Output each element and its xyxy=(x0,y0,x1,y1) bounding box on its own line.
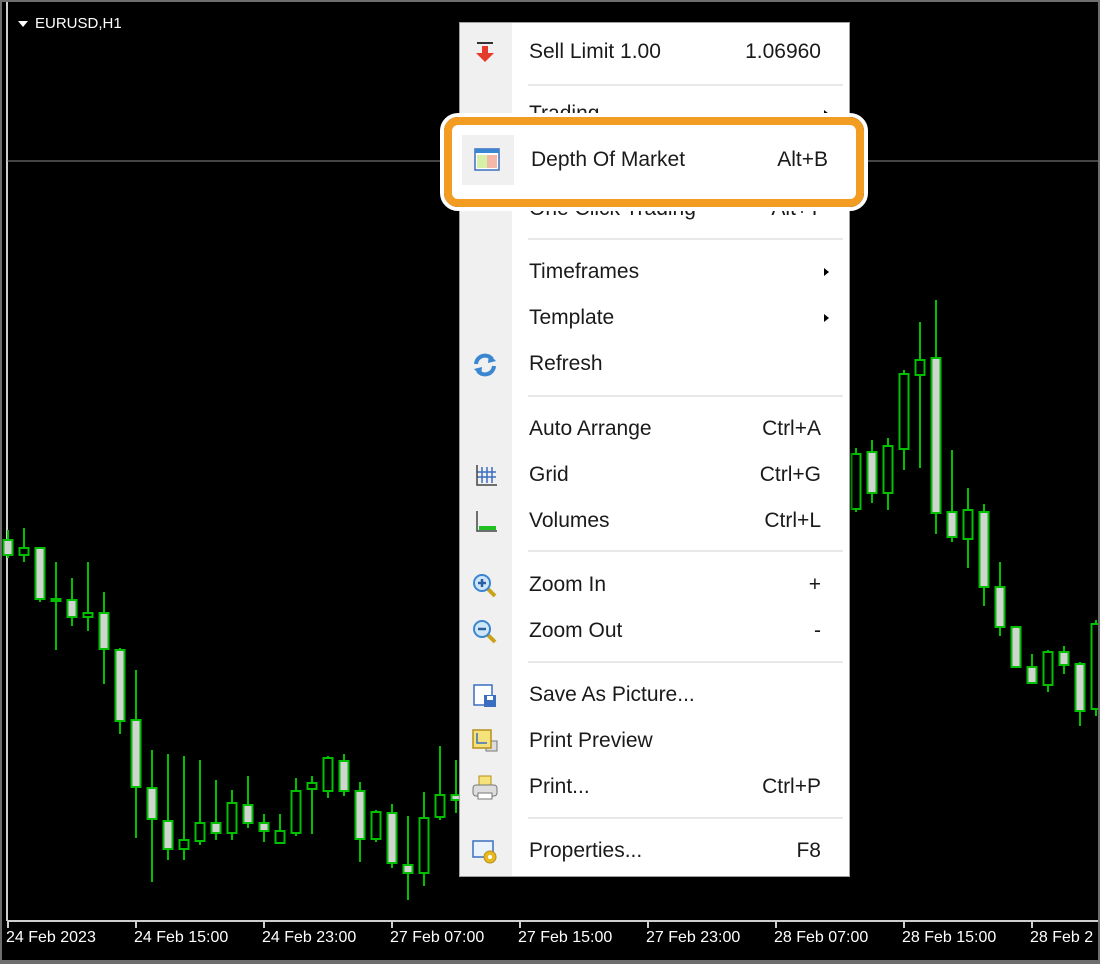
menu-shortcut: Ctrl+A xyxy=(762,417,821,440)
sell-limit-arrow-icon xyxy=(476,42,494,62)
menu-label: Save As Picture... xyxy=(529,683,695,706)
menu-item-timeframes[interactable]: Timeframes xyxy=(460,252,849,292)
menu-label: Zoom In xyxy=(529,573,607,596)
menu-item-template[interactable]: Template xyxy=(460,298,849,338)
menu-label: Timeframes xyxy=(529,260,640,283)
menu-shortcut: 1.06960 xyxy=(745,40,821,63)
menu-item-volumes[interactable]: Volumes Ctrl+L xyxy=(460,501,849,541)
menu-shortcut: + xyxy=(808,573,821,596)
menu-label: Sell Limit 1.00 xyxy=(529,40,661,63)
menu-item-save-as-picture[interactable]: Save As Picture... xyxy=(460,675,849,715)
submenu-arrow-icon xyxy=(824,314,829,322)
menu-label: Zoom Out xyxy=(529,619,623,642)
menu-shortcut: F8 xyxy=(796,839,821,862)
save-picture-icon xyxy=(473,684,496,707)
menu-item-zoom-in[interactable]: Zoom In + xyxy=(460,565,849,605)
menu-shortcut: Ctrl+P xyxy=(762,775,821,798)
menu-separator xyxy=(528,238,843,240)
menu-item-zoom-out[interactable]: Zoom Out - xyxy=(460,611,849,651)
highlight-callout: Depth Of Market Alt+B xyxy=(440,113,868,211)
zoom-out-icon xyxy=(473,620,497,644)
menu-shortcut: - xyxy=(814,619,821,642)
menu-separator xyxy=(528,817,843,819)
menu-item-print[interactable]: Print... Ctrl+P xyxy=(460,767,849,807)
menu-item-grid[interactable]: Grid Ctrl+G xyxy=(460,455,849,495)
menu-separator xyxy=(528,395,843,397)
printer-icon xyxy=(472,775,498,800)
menu-item-print-preview[interactable]: Print Preview xyxy=(460,721,849,761)
menu-label: Print... xyxy=(529,775,590,798)
grid-icon xyxy=(476,465,497,486)
menu-label: Properties... xyxy=(529,839,643,862)
menu-label: Refresh xyxy=(529,352,603,375)
menu-item-sell-limit[interactable]: Sell Limit 1.00 1.06960 xyxy=(460,32,849,72)
menu-label: Auto Arrange xyxy=(529,417,652,440)
menu-separator xyxy=(528,84,843,86)
menu-shortcut: Alt+B xyxy=(777,148,828,171)
menu-separator xyxy=(528,661,843,663)
refresh-icon xyxy=(474,353,496,377)
menu-label: Print Preview xyxy=(529,729,653,752)
menu-item-depth-of-market[interactable]: Depth Of Market Alt+B xyxy=(462,135,846,185)
menu-item-properties[interactable]: Properties... F8 xyxy=(460,831,849,871)
menu-label: Depth Of Market xyxy=(531,148,686,171)
menu-label: Volumes xyxy=(529,509,610,532)
menu-item-auto-arrange[interactable]: Auto Arrange Ctrl+A xyxy=(460,409,849,449)
menu-separator xyxy=(528,550,843,552)
zoom-in-icon xyxy=(473,574,497,598)
volumes-icon xyxy=(476,511,497,532)
menu-shortcut: Ctrl+G xyxy=(759,463,821,486)
menu-shortcut: Ctrl+L xyxy=(764,509,821,532)
menu-label: Template xyxy=(529,306,615,329)
print-preview-icon xyxy=(472,729,498,752)
menu-item-refresh[interactable]: Refresh xyxy=(460,344,849,384)
menu-label: Grid xyxy=(529,463,569,486)
depth-of-market-icon xyxy=(474,148,500,171)
properties-icon xyxy=(472,840,497,864)
submenu-arrow-icon xyxy=(824,268,829,276)
